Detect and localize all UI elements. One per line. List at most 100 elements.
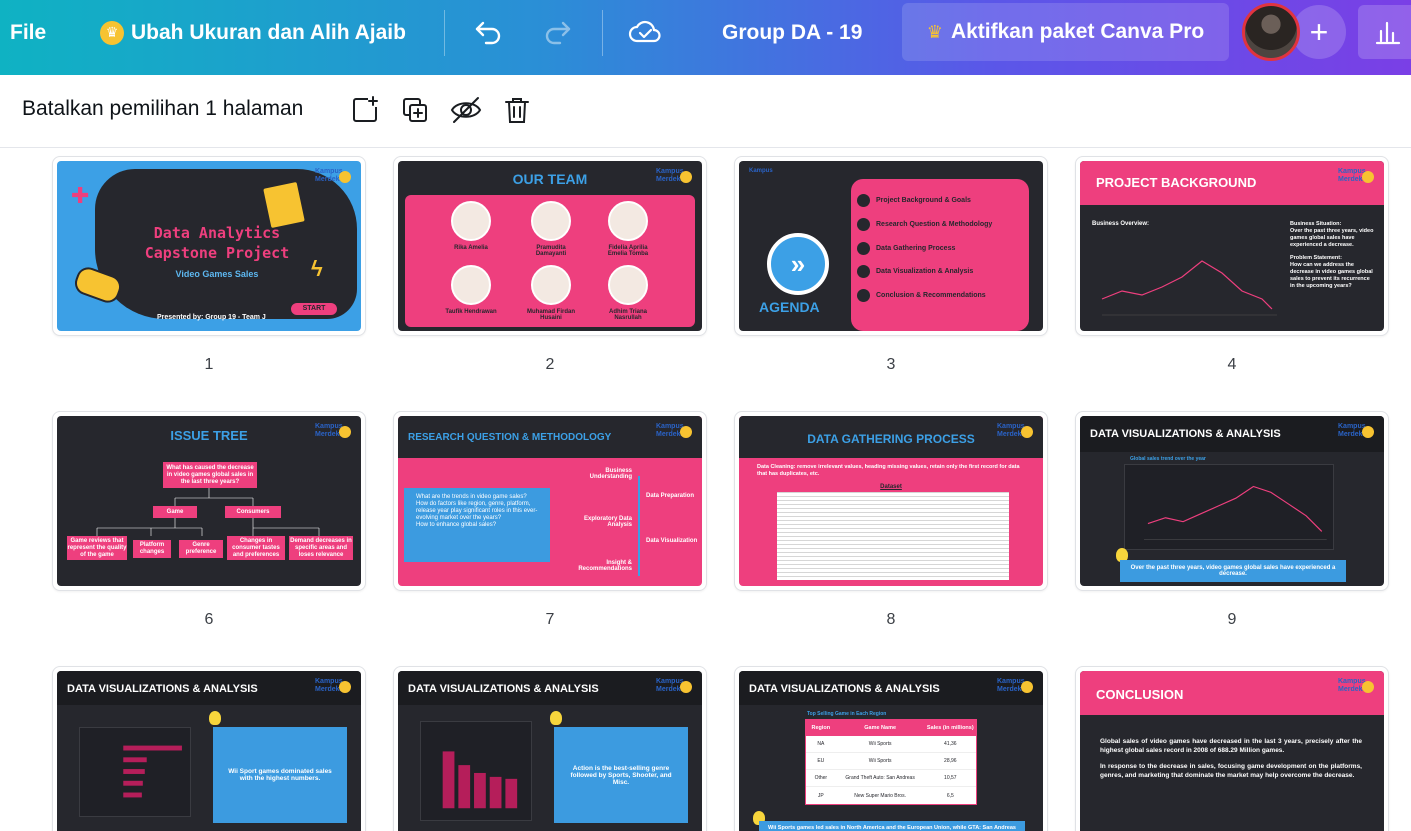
slide-preview: DATA GATHERING PROCESS Kampus Merdeka Dat… bbox=[739, 416, 1043, 586]
genre-sales-bar-chart bbox=[420, 721, 532, 821]
agenda-item: Research Question & Methodology bbox=[857, 217, 992, 231]
insights-icon[interactable] bbox=[1358, 5, 1411, 59]
brand-logo: Kampus Merdeka bbox=[656, 423, 692, 441]
insight-caption: Over the past three years, video games g… bbox=[1120, 560, 1346, 582]
bullet-icon bbox=[857, 264, 870, 278]
branch-node: Consumers bbox=[225, 506, 281, 518]
member-photo bbox=[531, 201, 571, 241]
leaf-node: Changes in consumer tastes and preferenc… bbox=[227, 536, 285, 560]
method-timeline bbox=[638, 476, 640, 576]
presenter-text: Presented by: Group 19 - Team J bbox=[157, 314, 266, 321]
brand-logo: Kampus bbox=[749, 168, 773, 174]
page-thumbnail-12[interactable]: DATA VISUALIZATIONS & ANALYSIS Kampus Mer… bbox=[734, 666, 1048, 831]
page-thumbnail-7[interactable]: RESEARCH QUESTION & METHODOLOGY Kampus Me… bbox=[393, 411, 707, 628]
undo-icon[interactable] bbox=[470, 14, 506, 50]
page-number: 8 bbox=[886, 611, 896, 628]
activate-pro-button[interactable]: ♛ Aktifkan paket Canva Pro bbox=[902, 3, 1229, 61]
page-number: 2 bbox=[545, 356, 555, 373]
hide-page-icon[interactable] bbox=[449, 93, 483, 127]
insight-caption: Action is the best-selling genre followe… bbox=[554, 727, 688, 823]
slide-title: RESEARCH QUESTION & METHODOLOGY bbox=[408, 432, 612, 443]
page-thumbnail-6[interactable]: ISSUE TREE Kampus Merdeka What has caused… bbox=[52, 411, 366, 628]
magic-resize-button[interactable]: ♛ Ubah Ukuran dan Alih Ajaib bbox=[100, 0, 406, 65]
page-thumbnail-2[interactable]: OUR TEAM Kampus Merdeka Rika Amelia Pramu… bbox=[393, 156, 707, 373]
page-thumbnail-8[interactable]: DATA GATHERING PROCESS Kampus Merdeka Dat… bbox=[734, 411, 1048, 628]
slide-title: DATA VISUALIZATIONS & ANALYSIS bbox=[1090, 428, 1281, 440]
page-thumbnail-9[interactable]: DATA VISUALIZATIONS & ANALYSIS Kampus Mer… bbox=[1075, 411, 1389, 628]
cloud-saved-icon[interactable] bbox=[627, 14, 663, 50]
method-step: Business Understanding bbox=[589, 468, 632, 480]
thumbnail-frame: DATA VISUALIZATIONS & ANALYSIS Kampus Mer… bbox=[1075, 411, 1389, 591]
gamepad-icon: ✚ bbox=[71, 183, 90, 208]
redo-icon[interactable] bbox=[540, 14, 576, 50]
insight-caption: Wii Sport games dominated sales with the… bbox=[213, 727, 347, 823]
branch-node: Game bbox=[153, 506, 197, 518]
team-member: Taufik Hendrawan bbox=[443, 265, 499, 315]
leaf-node: Game reviews that represent the quality … bbox=[67, 536, 127, 560]
duplicate-page-icon[interactable] bbox=[398, 93, 432, 127]
slide-preview: DATA VISUALIZATIONS & ANALYSIS Kampus Mer… bbox=[739, 671, 1043, 831]
add-page-icon[interactable] bbox=[348, 93, 382, 127]
brand-logo: Kampus Merdeka bbox=[656, 168, 692, 186]
crown-icon: ♛ bbox=[100, 20, 124, 45]
member-photo bbox=[451, 265, 491, 305]
agenda-item: Project Background & Goals bbox=[857, 193, 971, 207]
slide-title: Data Analytics Capstone Project bbox=[144, 224, 290, 262]
thumbnail-frame: Kampus » AGENDA Project Background & Goa… bbox=[734, 156, 1048, 336]
share-add-button[interactable]: + bbox=[1292, 5, 1346, 59]
method-step: Insight & Recommendations bbox=[578, 560, 632, 572]
forward-icon: » bbox=[767, 233, 829, 295]
slide-preview: ISSUE TREE Kampus Merdeka What has caused… bbox=[57, 416, 361, 586]
slide-title: PROJECT BACKGROUND bbox=[1096, 175, 1257, 190]
thumbnail-frame: DATA VISUALIZATIONS & ANALYSIS Kampus Mer… bbox=[734, 666, 1048, 831]
bullet-icon bbox=[857, 193, 870, 207]
deselect-page-button[interactable]: Batalkan pemilihan 1 halaman bbox=[22, 97, 303, 121]
team-member: Muhamad Firdan Husaini bbox=[523, 265, 579, 321]
situation-block: Business Situation: Over the past three … bbox=[1290, 221, 1374, 289]
overview-label: Business Overview: bbox=[1092, 221, 1150, 227]
table-row: JP New Super Mario Bros. 6,5 bbox=[817, 792, 954, 799]
member-photo bbox=[451, 201, 491, 241]
table-header: Region Game Name Sales (in millions) bbox=[806, 720, 976, 736]
bullet-icon bbox=[857, 241, 870, 255]
table-row: NA Wii Sports 41,36 bbox=[806, 736, 976, 753]
page-thumbnail-13[interactable]: CONCLUSION Kampus Merdeka Global sales of… bbox=[1075, 666, 1389, 831]
bullet-icon bbox=[857, 217, 870, 231]
slide-preview: DATA VISUALIZATIONS & ANALYSIS Kampus Mer… bbox=[398, 671, 702, 831]
top-games-bar-chart bbox=[79, 727, 191, 817]
slide-preview: RESEARCH QUESTION & METHODOLOGY Kampus Me… bbox=[398, 416, 702, 586]
slide-title: DATA VISUALIZATIONS & ANALYSIS bbox=[408, 683, 599, 695]
crown-icon: ♛ bbox=[926, 21, 943, 42]
start-badge: START bbox=[289, 301, 339, 317]
thumbnail-frame: OUR TEAM Kampus Merdeka Rika Amelia Pramu… bbox=[393, 156, 707, 336]
global-sales-line-chart bbox=[1124, 464, 1334, 550]
agenda-item: Conclusion & Recommendations bbox=[857, 288, 986, 302]
page-thumbnail-10[interactable]: DATA VISUALIZATIONS & ANALYSIS Kampus Mer… bbox=[52, 666, 366, 831]
avatar[interactable] bbox=[1242, 3, 1300, 61]
thumbnail-frame: DATA VISUALIZATIONS & ANALYSIS Kampus Mer… bbox=[52, 666, 366, 831]
leaf-node: Genre preference bbox=[179, 540, 223, 558]
delete-page-icon[interactable] bbox=[500, 93, 534, 127]
insight-caption: Wii Sports games led sales in North Amer… bbox=[759, 821, 1025, 831]
magic-resize-label: Ubah Ukuran dan Alih Ajaib bbox=[131, 20, 406, 44]
sales-trend-chart bbox=[1092, 229, 1282, 325]
toolbar-divider bbox=[602, 10, 603, 56]
page-thumbnail-11[interactable]: DATA VISUALIZATIONS & ANALYSIS Kampus Mer… bbox=[393, 666, 707, 831]
leaf-node: Platform changes bbox=[133, 540, 171, 558]
slide-preview: PROJECT BACKGROUND Kampus Merdeka Busines… bbox=[1080, 161, 1384, 331]
lightbulb-icon bbox=[209, 711, 221, 725]
page-thumbnail-3[interactable]: Kampus » AGENDA Project Background & Goa… bbox=[734, 156, 1048, 373]
agenda-item: Data Visualization & Analysis bbox=[857, 264, 973, 278]
page-thumbnail-4[interactable]: PROJECT BACKGROUND Kampus Merdeka Busines… bbox=[1075, 156, 1389, 373]
team-member: Fidelia Aprilia Emelia Tomba bbox=[600, 201, 656, 257]
file-menu-button[interactable]: File bbox=[10, 0, 46, 65]
conclusion-text: Global sales of video games have decreas… bbox=[1100, 738, 1362, 779]
page-thumbnail-1[interactable]: ✚ ϟ Data Analytics Capstone Project Vide… bbox=[52, 156, 366, 373]
project-title[interactable]: Group DA - 19 bbox=[722, 0, 862, 65]
table-title: Top Selling Game in Each Region bbox=[807, 711, 887, 717]
method-step: Data Visualization bbox=[646, 538, 698, 544]
brand-logo: Kampus Merdeka bbox=[1338, 678, 1374, 696]
thumbnail-frame: ✚ ϟ Data Analytics Capstone Project Vide… bbox=[52, 156, 366, 336]
page-number: 4 bbox=[1227, 356, 1237, 373]
slide-preview: DATA VISUALIZATIONS & ANALYSIS Kampus Mer… bbox=[1080, 416, 1384, 586]
